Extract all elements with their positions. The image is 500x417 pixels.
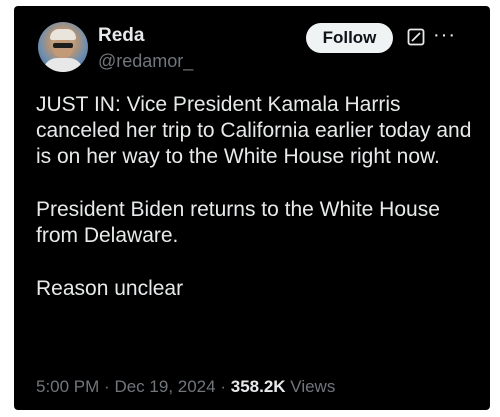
tweet-date[interactable]: Dec 19, 2024: [114, 377, 215, 396]
avatar[interactable]: [38, 22, 88, 72]
tweet-text: JUST IN: Vice President Kamala Harris ca…: [36, 92, 476, 302]
meta-separator: ·: [104, 377, 110, 396]
tweet-time[interactable]: 5:00 PM: [36, 377, 99, 396]
tweet-paragraph: Reason unclear: [36, 277, 184, 300]
views-label: Views: [290, 377, 336, 396]
grok-icon[interactable]: [407, 28, 425, 46]
avatar-shirt: [43, 58, 83, 72]
author-handle[interactable]: @redamor_: [98, 51, 193, 72]
tweet-paragraph: JUST IN: Vice President Kamala Harris ca…: [36, 93, 472, 168]
tweet-card: Reda @redamor_ Follow ··· JUST IN: Vice …: [14, 6, 490, 410]
avatar-face: [53, 38, 73, 58]
more-icon[interactable]: ···: [433, 24, 456, 47]
tweet-meta: 5:00 PM · Dec 19, 2024 · 358.2K Views: [36, 377, 335, 397]
follow-button[interactable]: Follow: [306, 23, 393, 53]
avatar-cap: [50, 29, 76, 40]
views-count[interactable]: 358.2K: [231, 377, 286, 396]
meta-separator: ·: [220, 377, 226, 396]
avatar-glasses: [53, 43, 73, 48]
tweet-paragraph: President Biden returns to the White Hou…: [36, 198, 440, 247]
author-display-name[interactable]: Reda: [98, 25, 144, 47]
